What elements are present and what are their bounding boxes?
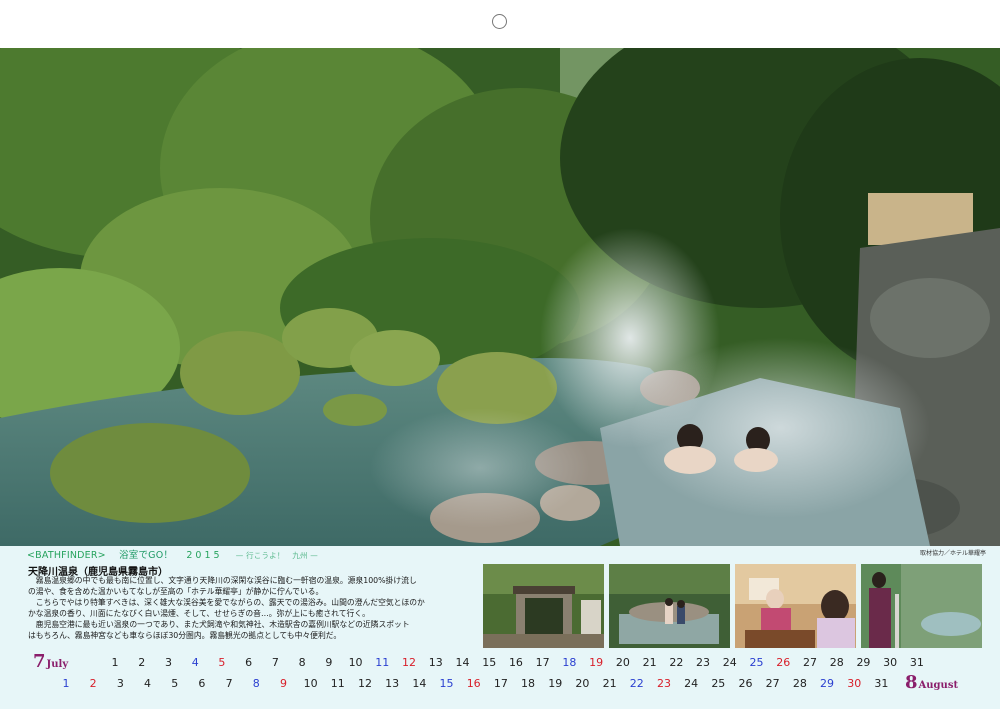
calendar-day-july: 9 [325, 656, 333, 669]
calendar-day-july: 21 [642, 656, 657, 669]
calendar-day-august: 14 [412, 677, 427, 690]
thumbnail-kimono-woman [861, 564, 982, 648]
calendar-day-july: 27 [802, 656, 817, 669]
calendar-day-august: 27 [765, 677, 780, 690]
calendar-day-july: 20 [615, 656, 630, 669]
series-header: <BATHFINDER> 浴室でGO！ 2015 — 行こうよ！ 九州 — [27, 547, 328, 561]
calendar-day-august: 8 [252, 677, 260, 690]
july-days-row: 1 2 3 4 5 6 7 8 9 10 11 12 13 14 15 16 17 18 19 20 21 22 23 24 2… [0, 656, 1000, 670]
calendar-day-august: 30 [847, 677, 862, 690]
calendar-day-july: 30 [883, 656, 898, 669]
calendar-day-july: 3 [164, 656, 172, 669]
calendar-day-august: 31 [874, 677, 889, 690]
calendar-day-august: 10 [303, 677, 318, 690]
calendar-day-august: 18 [521, 677, 536, 690]
calendar-day-august: 28 [792, 677, 807, 690]
thumbnail-gate [483, 564, 604, 648]
calendar-day-july: 22 [669, 656, 684, 669]
calendar-day-august: 26 [738, 677, 753, 690]
calendar-day-august: 15 [439, 677, 454, 690]
calendar-day-august: 2 [89, 677, 97, 690]
calendar-day-july: 8 [298, 656, 306, 669]
main-photo-open-air-bath [0, 48, 1000, 546]
august-days-row: 1 2 3 4 5 6 7 8 9 10 11 12 13 14 15 16 17 18 19 20 21 22 23 24 2… [0, 677, 1000, 691]
calendar-day-august: 29 [820, 677, 835, 690]
article-line: かな温泉の香り、川面にたなびく白い湯煙、そして、せせらぎの音…。弥が上にも癒され… [28, 608, 370, 618]
calendar-day-july: 26 [776, 656, 791, 669]
calendar-page: <BATHFINDER> 浴室でGO！ 2015 — 行こうよ！ 九州 — 取材… [0, 0, 1000, 709]
calendar-day-july: 25 [749, 656, 764, 669]
calendar-day-august: 4 [144, 677, 152, 690]
calendar-day-august: 7 [225, 677, 233, 690]
calendar-day-august: 22 [629, 677, 644, 690]
calendar-day-august: 19 [548, 677, 563, 690]
calendar-day-july: 12 [402, 656, 417, 669]
calendar-day-july: 19 [589, 656, 604, 669]
calendar-day-july: 17 [535, 656, 550, 669]
series-tag: <BATHFINDER> [27, 550, 106, 561]
calendar-day-august: 6 [198, 677, 206, 690]
calendar-day-july: 28 [829, 656, 844, 669]
calendar-day-august: 3 [116, 677, 124, 690]
article-body: 霧島温泉郷の中でも最も南に位置し、文字通り天降川の深閑な渓谷に臨む一軒宿の温泉。… [28, 576, 474, 641]
calendar-day-july: 14 [455, 656, 470, 669]
calendar-day-july: 16 [508, 656, 523, 669]
calendar-day-july: 1 [111, 656, 119, 669]
calendar-day-august: 17 [493, 677, 508, 690]
series-subtitle: — 行こうよ！ 九州 — [235, 551, 318, 560]
calendar-day-august: 5 [171, 677, 179, 690]
calendar-day-july: 7 [271, 656, 279, 669]
calendar-day-august: 25 [711, 677, 726, 690]
calendar-day-july: 6 [245, 656, 253, 669]
calendar-day-july: 13 [428, 656, 443, 669]
calendar-day-july: 18 [562, 656, 577, 669]
calendar-day-august: 13 [385, 677, 400, 690]
hanging-hole [492, 14, 507, 29]
calendar-day-july: 2 [138, 656, 146, 669]
calendar-day-august: 20 [575, 677, 590, 690]
calendar-day-july: 11 [375, 656, 390, 669]
calendar-day-august: 1 [62, 677, 70, 690]
calendar-day-july: 31 [909, 656, 924, 669]
calendar-day-july: 5 [218, 656, 226, 669]
calendar-day-july: 10 [348, 656, 363, 669]
article-line: こちらでやはり特筆すべきは、深く雄大な渓谷美を愛でながらの、露天での湯浴み。山間… [28, 597, 425, 607]
calendar-day-july: 24 [722, 656, 737, 669]
thumbnail-dinner [735, 564, 856, 648]
calendar-day-july: 4 [191, 656, 199, 669]
calendar-day-august: 9 [279, 677, 287, 690]
thumbnail-bath-guests [609, 564, 730, 648]
photo-credit: 取材協力／ホテル華耀亭 [919, 550, 986, 557]
calendar-day-august: 23 [656, 677, 671, 690]
calendar-day-august: 21 [602, 677, 617, 690]
calendar-day-july: 23 [696, 656, 711, 669]
calendar-day-august: 24 [684, 677, 699, 690]
article-line: 鹿児島空港に最も近い温泉の一つであり、また犬飼滝や和気神社、木造駅舎の嘉例川駅な… [28, 619, 410, 629]
calendar-day-july: 29 [856, 656, 871, 669]
series-title: 浴室でGO！ [119, 550, 174, 561]
calendar-day-august: 12 [357, 677, 372, 690]
calendar-day-august: 16 [466, 677, 481, 690]
calendar-day-july: 15 [482, 656, 497, 669]
article-line: の湯や、食を含めた温かいもてなしが至高の「ホテル華耀亭」が静かに佇んでいる。 [28, 586, 324, 596]
article-line: 霧島温泉郷の中でも最も南に位置し、文字通り天降川の深閑な渓谷に臨む一軒宿の温泉。… [28, 576, 417, 585]
calendar-day-august: 11 [330, 677, 345, 690]
article-line: はもちろん、霧島神宮なども車ならほぼ30分圏内。霧島観光の拠点としても中々便利だ… [28, 630, 342, 640]
series-year: 2015 [186, 550, 223, 561]
